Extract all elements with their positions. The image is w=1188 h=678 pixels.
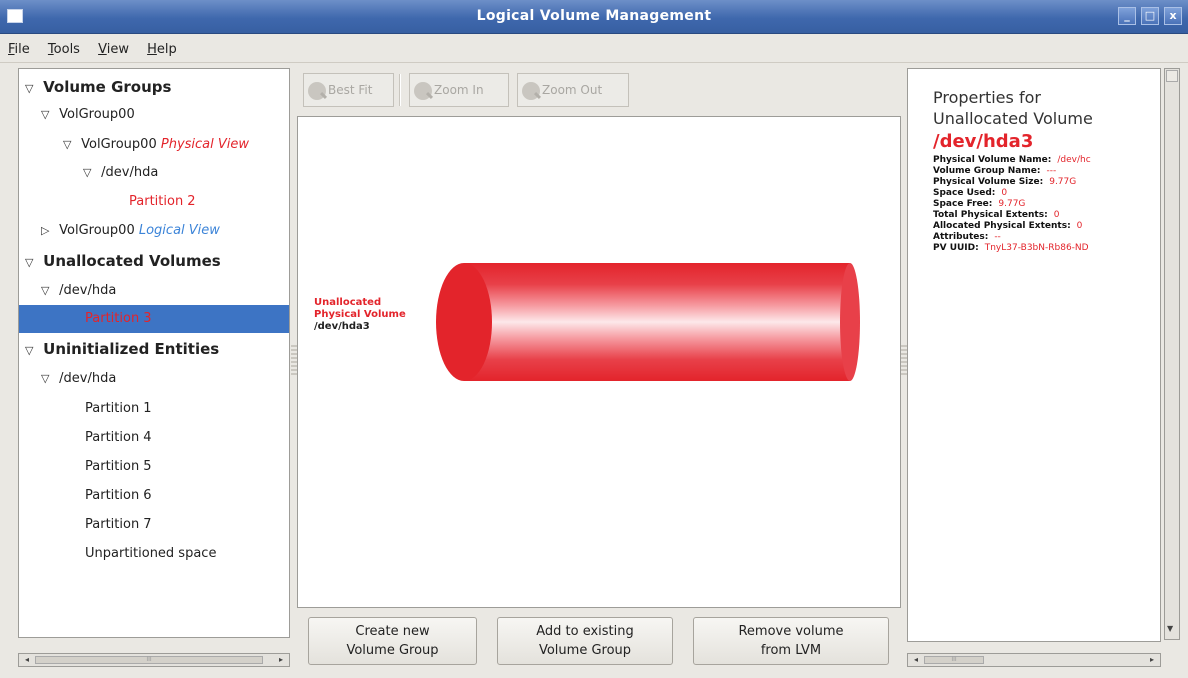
tree-item-partition-1[interactable]: Partition 1 — [19, 395, 289, 423]
scroll-right-arrow-icon[interactable]: ▸ — [1146, 655, 1158, 665]
add-to-volume-group-button[interactable]: Add to existing Volume Group — [497, 617, 673, 665]
menu-file[interactable]: File — [0, 35, 36, 57]
properties-heading: Properties for Unallocated Volume — [933, 88, 1093, 128]
tree-item-volgroup00[interactable]: ▽ VolGroup00 — [19, 101, 289, 129]
properties-device: /dev/hda3 — [933, 131, 1034, 152]
scroll-right-arrow-icon[interactable]: ▸ — [275, 655, 287, 665]
maximize-button[interactable]: □ — [1141, 7, 1159, 25]
expander-expanded-icon[interactable]: ▽ — [41, 101, 55, 129]
remove-from-lvm-button[interactable]: Remove volume from LVM — [693, 617, 889, 665]
properties-panel: Properties for Unallocated Volume /dev/h… — [907, 68, 1161, 642]
tree-item-partition-5[interactable]: Partition 5 — [19, 453, 289, 481]
tree-item-volume-groups[interactable]: ▽ Volume Groups — [19, 73, 289, 101]
expander-expanded-icon[interactable]: ▽ — [83, 159, 97, 187]
expander-expanded-icon[interactable]: ▽ — [63, 131, 77, 159]
property-row: Attributes: -- — [933, 232, 1001, 242]
expander-expanded-icon[interactable]: ▽ — [41, 277, 55, 305]
window-title: Logical Volume Management — [476, 8, 712, 24]
expander-expanded-icon[interactable]: ▽ — [41, 365, 55, 393]
expander-collapsed-icon[interactable]: ▷ — [41, 217, 55, 245]
expander-expanded-icon[interactable]: ▽ — [25, 249, 39, 277]
scrollbar-thumb[interactable]: III — [35, 656, 263, 664]
expander-expanded-icon[interactable]: ▽ — [25, 337, 39, 365]
menu-help[interactable]: Help — [139, 35, 183, 57]
tree-item-physical-view[interactable]: ▽ VolGroup00 Physical View — [19, 131, 289, 159]
title-bar: Logical Volume Management _ □ x — [0, 0, 1188, 34]
scroll-left-arrow-icon[interactable]: ◂ — [910, 655, 922, 665]
property-row: Physical Volume Size: 9.77G — [933, 177, 1077, 187]
scrollbar-thumb[interactable]: III — [924, 656, 984, 664]
tree-item-dev-hda[interactable]: ▽ /dev/hda — [19, 277, 289, 305]
zoom-fit-icon — [308, 81, 326, 100]
tree-item-logical-view[interactable]: ▷ VolGroup00 Logical View — [19, 217, 289, 245]
tree-item-unallocated-volumes[interactable]: ▽ Unallocated Volumes — [19, 247, 289, 275]
property-row: PV UUID: TnyL37-B3bN-Rb86-ND — [933, 243, 1089, 253]
zoom-out-button[interactable]: Zoom Out — [517, 73, 629, 107]
best-fit-button[interactable]: Best Fit — [303, 73, 394, 107]
volume-canvas[interactable]: Unallocated Physical Volume /dev/hda3 — [297, 116, 901, 608]
tree-horizontal-scrollbar[interactable]: ◂ III ▸ — [18, 653, 290, 667]
tree-item-partition-7[interactable]: Partition 7 — [19, 511, 289, 539]
volume-tree[interactable]: ▽ Volume Groups ▽ VolGroup00 ▽ VolGroup0… — [18, 68, 290, 638]
toolbar-separator — [399, 74, 401, 106]
property-row: Space Free: 9.77G — [933, 199, 1026, 209]
close-button[interactable]: x — [1164, 7, 1182, 25]
zoom-in-icon — [414, 81, 432, 100]
expander-expanded-icon[interactable]: ▽ — [25, 75, 39, 103]
property-row: Volume Group Name: --- — [933, 166, 1057, 176]
tree-item-uninitialized-entities[interactable]: ▽ Uninitialized Entities — [19, 335, 289, 363]
create-volume-group-button[interactable]: Create new Volume Group — [308, 617, 477, 665]
tree-item-unpartitioned-space[interactable]: Unpartitioned space — [19, 540, 289, 568]
property-row: Total Physical Extents: 0 — [933, 210, 1060, 220]
menu-view[interactable]: View — [90, 35, 135, 57]
zoom-in-button[interactable]: Zoom In — [409, 73, 509, 107]
menu-tools[interactable]: Tools — [40, 35, 86, 57]
minimize-button[interactable]: _ — [1118, 7, 1136, 25]
property-row: Physical Volume Name:/dev/hc — [933, 155, 1091, 165]
properties-vertical-scrollbar[interactable]: ▼ — [1164, 68, 1180, 640]
tree-item-partition-3[interactable]: Partition 3 — [19, 305, 289, 333]
tree-item-dev-hda[interactable]: ▽ /dev/hda — [19, 365, 289, 393]
tree-item-partition-2[interactable]: Partition 2 — [19, 188, 289, 216]
menu-bar: File Tools View Help — [0, 35, 1188, 63]
tree-item-dev-hda[interactable]: ▽ /dev/hda — [19, 159, 289, 187]
properties-horizontal-scrollbar[interactable]: ◂ III ▸ — [907, 653, 1161, 667]
property-row: Allocated Physical Extents: 0 — [933, 221, 1083, 231]
scrollbar-thumb[interactable] — [1166, 70, 1178, 82]
tree-item-partition-6[interactable]: Partition 6 — [19, 482, 289, 510]
physical-volume-cylinder[interactable] — [436, 261, 876, 385]
property-row: Space Used: 0 — [933, 188, 1008, 198]
zoom-out-icon — [522, 81, 540, 100]
pv-label: Unallocated Physical Volume /dev/hda3 — [314, 297, 406, 332]
scroll-left-arrow-icon[interactable]: ◂ — [21, 655, 33, 665]
scroll-down-arrow-icon[interactable]: ▼ — [1167, 624, 1173, 633]
tree-item-partition-4[interactable]: Partition 4 — [19, 424, 289, 452]
